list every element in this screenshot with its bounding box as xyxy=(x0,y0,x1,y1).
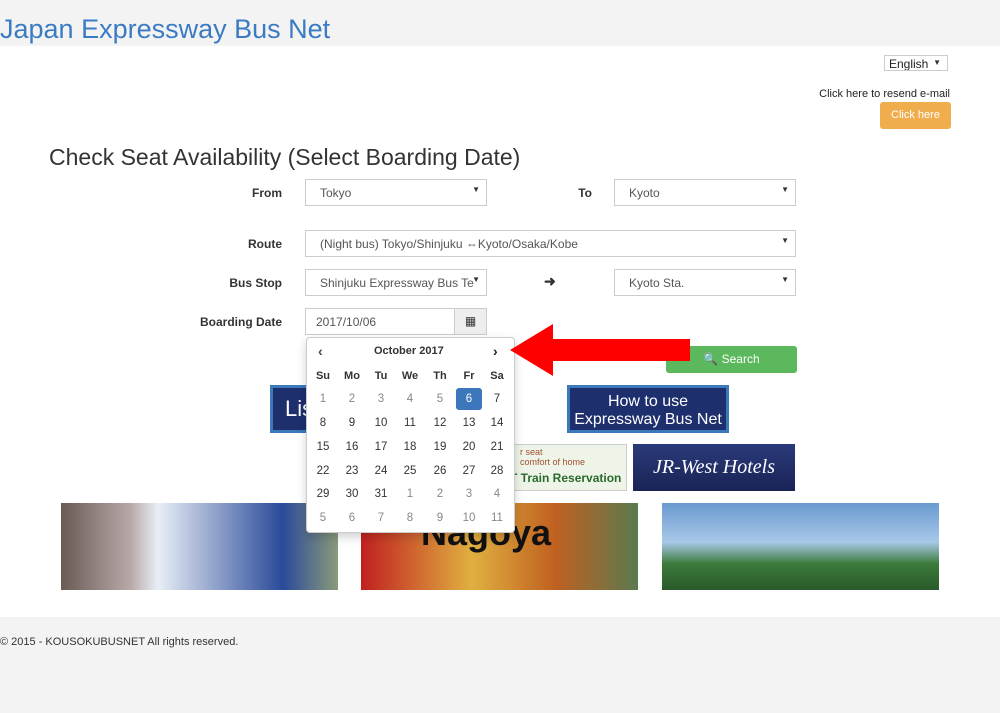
train-reservation-banner[interactable]: r seat comfort of home T Train Reservation xyxy=(505,444,627,491)
arrow-shape xyxy=(510,324,690,376)
footer-copyright: © 2015 - KOUSOKUBUSNET All rights reserv… xyxy=(0,636,239,648)
caret-down-icon: ▼ xyxy=(781,275,789,284)
day-cell[interactable]: 23 xyxy=(339,460,365,482)
page-heading: Check Seat Availability (Select Boarding… xyxy=(49,144,521,170)
train-line2: comfort of home xyxy=(520,457,586,467)
month-title[interactable]: October 2017 xyxy=(374,345,444,357)
osaka-castle-photo[interactable] xyxy=(662,503,939,590)
resend-text: Click here to resend e-mail xyxy=(819,88,950,100)
day-cell[interactable]: 2 xyxy=(427,483,453,505)
day-cell[interactable]: 15 xyxy=(310,436,336,458)
day-cell[interactable]: 22 xyxy=(310,460,336,482)
weekday-header: Su xyxy=(315,370,331,382)
day-cell[interactable]: 17 xyxy=(368,436,394,458)
language-value: English xyxy=(889,57,929,71)
caret-down-icon: ▼ xyxy=(472,275,480,284)
day-cell-selected[interactable]: 6 xyxy=(456,388,482,410)
day-cell[interactable]: 25 xyxy=(397,460,423,482)
resend-button[interactable]: Click here xyxy=(880,102,951,129)
day-cell[interactable]: 21 xyxy=(484,436,510,458)
day-cell[interactable]: 30 xyxy=(339,483,365,505)
day-cell[interactable]: 2 xyxy=(339,388,365,410)
bus-photo[interactable] xyxy=(61,503,338,590)
howto-line1: How to use xyxy=(607,393,689,410)
day-cell[interactable]: 12 xyxy=(427,412,453,434)
to-select[interactable]: Kyoto ▼ xyxy=(614,179,796,206)
day-cell[interactable]: 28 xyxy=(484,460,510,482)
busstop-to-select[interactable]: Kyoto Sta. ▼ xyxy=(614,269,796,296)
jr-west-hotels-banner[interactable]: JR-West Hotels xyxy=(633,444,795,491)
route-select[interactable]: (Night bus) Tokyo/Shinjuku ⇔Kyoto/Osaka/… xyxy=(305,230,796,257)
date-label: Boarding Date xyxy=(199,315,282,329)
day-cell[interactable]: 5 xyxy=(427,388,453,410)
day-cell[interactable]: 11 xyxy=(397,412,423,434)
next-month-icon[interactable]: › xyxy=(493,343,498,359)
day-cell[interactable]: 5 xyxy=(310,507,336,529)
day-cell[interactable]: 13 xyxy=(456,412,482,434)
weekday-header: Mo xyxy=(344,370,360,382)
day-cell[interactable]: 10 xyxy=(368,412,394,434)
arrow-right-icon: ➜ xyxy=(544,273,556,289)
weekday-header: Tu xyxy=(374,370,388,382)
busstop-to-value: Kyoto Sta. xyxy=(629,276,685,290)
day-cell[interactable]: 10 xyxy=(456,507,482,529)
date-input[interactable]: 2017/10/06 xyxy=(305,308,455,335)
language-select[interactable]: English ▼ xyxy=(884,55,948,71)
day-cell[interactable]: 1 xyxy=(310,388,336,410)
to-value: Kyoto xyxy=(629,186,660,200)
day-cell[interactable]: 4 xyxy=(484,483,510,505)
day-cell[interactable]: 3 xyxy=(456,483,482,505)
day-cell[interactable]: 31 xyxy=(368,483,394,505)
search-label: Search xyxy=(721,352,760,366)
red-arrow-annotation xyxy=(510,324,690,376)
caret-down-icon: ▼ xyxy=(781,185,789,194)
howto-line2: Expressway Bus Net xyxy=(574,411,722,428)
day-cell[interactable]: 20 xyxy=(456,436,482,458)
day-cell[interactable]: 9 xyxy=(427,507,453,529)
caret-down-icon: ▼ xyxy=(781,236,789,245)
day-cell[interactable]: 14 xyxy=(484,412,510,434)
caret-down-icon: ▼ xyxy=(933,58,941,67)
day-cell[interactable]: 1 xyxy=(397,483,423,505)
day-cell[interactable]: 7 xyxy=(368,507,394,529)
howto-banner[interactable]: How to use Expressway Bus Net xyxy=(567,385,729,433)
day-cell[interactable]: 9 xyxy=(339,412,365,434)
from-label: From xyxy=(252,186,282,200)
day-cell[interactable]: 26 xyxy=(427,460,453,482)
day-cell[interactable]: 7 xyxy=(484,388,510,410)
busstop-from-value: Shinjuku Expressway Bus Te xyxy=(320,276,474,290)
weekday-header: Th xyxy=(433,370,447,382)
site-title[interactable]: Japan Expressway Bus Net xyxy=(0,14,330,45)
from-value: Tokyo xyxy=(320,186,352,200)
prev-month-icon[interactable]: ‹ xyxy=(318,343,323,359)
day-cell[interactable]: 18 xyxy=(397,436,423,458)
busstop-from-select[interactable]: Shinjuku Expressway Bus Te ▼ xyxy=(305,269,487,296)
day-cell[interactable]: 29 xyxy=(310,483,336,505)
day-cell[interactable]: 24 xyxy=(368,460,394,482)
calendar-icon[interactable]: ▦ xyxy=(454,308,487,335)
caret-down-icon: ▼ xyxy=(472,185,480,194)
day-cell[interactable]: 3 xyxy=(368,388,394,410)
day-cell[interactable]: 4 xyxy=(397,388,423,410)
day-cell[interactable]: 19 xyxy=(427,436,453,458)
route-value: (Night bus) Tokyo/Shinjuku ⇔Kyoto/Osaka/… xyxy=(320,237,578,251)
search-icon: 🔍 xyxy=(703,352,719,366)
day-cell[interactable]: 11 xyxy=(484,507,510,529)
weekday-header: We xyxy=(401,370,419,382)
weekday-header: Fr xyxy=(463,370,475,382)
train-line1: r seat xyxy=(520,447,543,457)
day-cell[interactable]: 16 xyxy=(339,436,365,458)
to-label: To xyxy=(578,186,592,200)
train-line3: T Train Reservation xyxy=(510,471,622,485)
day-cell[interactable]: 8 xyxy=(397,507,423,529)
day-cell[interactable]: 8 xyxy=(310,412,336,434)
day-cell[interactable]: 27 xyxy=(456,460,482,482)
route-label: Route xyxy=(248,237,282,251)
day-cell[interactable]: 6 xyxy=(339,507,365,529)
from-select[interactable]: Tokyo ▼ xyxy=(305,179,487,206)
busstop-label: Bus Stop xyxy=(229,276,282,290)
